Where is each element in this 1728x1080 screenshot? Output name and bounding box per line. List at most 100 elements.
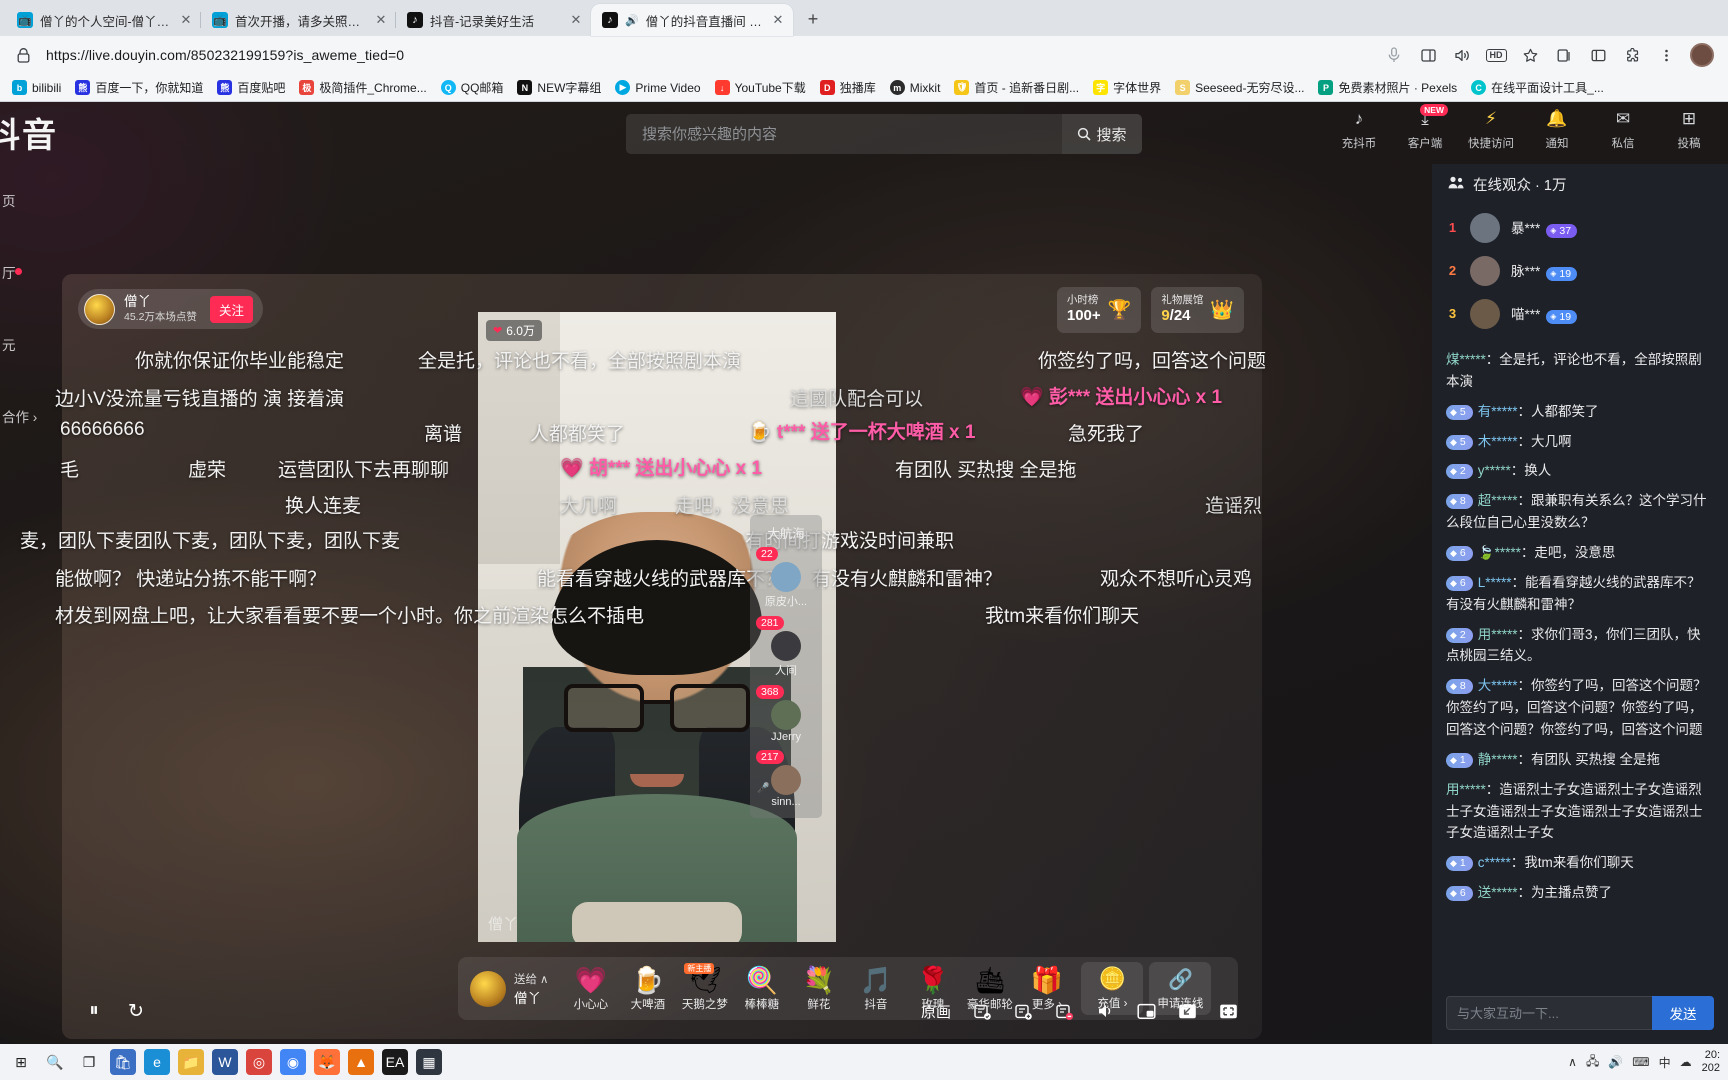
bookmark-item[interactable]: 🛡 首页 - 追新番日剧...: [948, 76, 1085, 99]
search-taskbar[interactable]: 🔍: [42, 1049, 68, 1075]
read-aloud-icon[interactable]: [1452, 45, 1472, 65]
chat-username[interactable]: y*****: [1478, 463, 1511, 478]
anchor-info-chip[interactable]: 僧丫 45.2万本场点赞 关注: [78, 289, 263, 329]
bookmark-item[interactable]: N NEW字幕组: [511, 76, 607, 99]
tray-icon[interactable]: ☁: [1680, 1055, 1692, 1069]
gift-item[interactable]: 🍭 棒棒糖: [733, 966, 790, 1012]
ea-icon[interactable]: EA: [382, 1049, 408, 1075]
mini-rank-avatar[interactable]: [771, 631, 801, 661]
new-tab-button[interactable]: +: [799, 5, 827, 33]
send-message-button[interactable]: 发送: [1652, 996, 1714, 1030]
chat-username[interactable]: 煤*****: [1446, 352, 1486, 367]
split-screen-icon[interactable]: [1418, 45, 1438, 65]
rank-row[interactable]: 3 喵*** ◈ 19: [1446, 292, 1714, 335]
search-input[interactable]: [626, 125, 1062, 143]
hour-rank-chip[interactable]: 小时榜 100+ 🏆: [1056, 287, 1142, 333]
edge-icon[interactable]: e: [144, 1049, 170, 1075]
gift-item[interactable]: 💐 鲜花: [790, 966, 847, 1012]
chat-username[interactable]: 大*****: [1478, 678, 1518, 693]
message-icon[interactable]: ✉ 私信: [1598, 108, 1648, 151]
rank-avatar[interactable]: [1470, 255, 1500, 286]
chat-input-box[interactable]: [1446, 996, 1652, 1030]
chat-message-list[interactable]: 煤*****：全是托，评论也不看，全部按照剧本演 ◆ 5 有*****：人都都笑了 ◆ 5…: [1432, 343, 1728, 992]
tray-icon[interactable]: 🔊: [1608, 1055, 1623, 1069]
mini-rank-item[interactable]: 281 人间: [750, 613, 822, 682]
bookmark-item[interactable]: S Seeseed-无穷尽设...: [1169, 76, 1310, 99]
chat-username[interactable]: 送*****: [1478, 885, 1518, 900]
bookmark-item[interactable]: 熊百度贴吧: [211, 76, 291, 99]
mini-rank-panel[interactable]: 大航海 22 原皮小... 281 人间 368 JJerry 217 sinn... 🎤: [750, 515, 822, 818]
bookmark-item[interactable]: 字字体世界: [1087, 76, 1167, 99]
chat-username[interactable]: 超*****: [1478, 493, 1518, 508]
chat-username[interactable]: 🍃*****: [1478, 545, 1521, 560]
mini-rank-item[interactable]: 22 原皮小...: [750, 544, 822, 613]
mini-rank-avatar[interactable]: [771, 562, 801, 592]
browser-tab-4-active[interactable]: ♪ 🔊 僧丫的抖音直播间 - 抖音直 ✕: [591, 4, 793, 36]
collections-icon[interactable]: [1554, 45, 1574, 65]
explorer-icon[interactable]: 📁: [178, 1049, 204, 1075]
rank-avatar[interactable]: [1470, 298, 1500, 329]
browser-tab-2[interactable]: 📺 首次开播，请多关照！ - 僧丫 - 哔 ✕: [200, 4, 396, 36]
bookmark-item[interactable]: C 在线平面设计工具_...: [1465, 76, 1610, 99]
gift-item[interactable]: 🌹 玫瑰: [904, 966, 961, 1012]
tray-icon[interactable]: ⌨: [1632, 1055, 1649, 1069]
bookmark-item[interactable]: b bilibili: [6, 77, 67, 98]
tab-close-button[interactable]: ✕: [771, 13, 785, 27]
mini-rank-avatar[interactable]: [771, 700, 801, 730]
search-button[interactable]: 搜索: [1062, 114, 1142, 154]
mini-rank-item[interactable]: 368 JJerry: [750, 682, 822, 747]
upload-icon[interactable]: ⊞ 投稿: [1664, 108, 1714, 151]
left-rail-item-2[interactable]: 元: [0, 308, 62, 380]
tab-audio-icon[interactable]: 🔊: [625, 14, 639, 27]
rank-row[interactable]: 2 脉*** ◈ 19: [1446, 249, 1714, 292]
gift-item[interactable]: 🎁 更多 ›: [1018, 966, 1075, 1012]
browser-essentials-icon[interactable]: [1588, 45, 1608, 65]
tray-icon[interactable]: 🖧: [1586, 1052, 1599, 1073]
quick-access-icon[interactable]: ⚡ 快捷访问: [1466, 108, 1516, 151]
store-icon[interactable]: 🛍: [110, 1049, 136, 1075]
bookmark-item[interactable]: D 独播库: [814, 76, 882, 99]
chrome-icon[interactable]: ◉: [280, 1049, 306, 1075]
gift-item[interactable]: 🕊 天鹅之梦 新主播: [676, 962, 733, 1012]
chat-username[interactable]: 用*****: [1446, 782, 1486, 797]
start-button[interactable]: ⊞: [8, 1049, 34, 1075]
left-rail-item-0[interactable]: 页: [0, 164, 62, 236]
favorite-star-icon[interactable]: [1520, 45, 1540, 65]
pause-button[interactable]: ⏸: [84, 1000, 104, 1021]
firefox-icon[interactable]: 🦊: [314, 1049, 340, 1075]
left-rail-item-1[interactable]: 厅: [0, 236, 62, 308]
recharge-icon[interactable]: ♪ 充抖币: [1334, 108, 1384, 151]
gift-item[interactable]: 🛳 豪华邮轮: [961, 966, 1018, 1012]
chat-input[interactable]: [1457, 1005, 1642, 1021]
tab-close-button[interactable]: ✕: [569, 13, 583, 27]
bookmark-item[interactable]: m Mixkit: [884, 77, 947, 98]
word-icon[interactable]: W: [212, 1049, 238, 1075]
app-icon-red[interactable]: ◎: [246, 1049, 272, 1075]
tray-icon[interactable]: ∧: [1568, 1055, 1577, 1069]
extensions-icon[interactable]: [1622, 45, 1642, 65]
bookmark-item[interactable]: P 免费素材照片 · Pexels: [1312, 76, 1463, 99]
send-to-section[interactable]: 送给 ∧ 僧丫: [458, 970, 562, 1007]
tray-icon[interactable]: 中: [1659, 1054, 1671, 1071]
search-bar[interactable]: 搜索: [626, 114, 1142, 154]
connect-request-button[interactable]: 🔗 申请连线: [1149, 962, 1212, 1015]
download-client-icon[interactable]: ⤓ 客户端 NEW: [1400, 104, 1450, 151]
url-text[interactable]: https://live.douyin.com/850232199159?is_…: [46, 47, 1374, 63]
chevron-up-icon[interactable]: ∧: [540, 972, 548, 986]
gift-item[interactable]: 💗 小心心: [562, 966, 619, 1012]
gift-item[interactable]: 🍺 大啤酒: [619, 966, 676, 1012]
gift-gallery-chip[interactable]: 礼物展馆 9/24 👑: [1151, 287, 1244, 333]
hd-quality-icon[interactable]: HD: [1485, 45, 1507, 65]
bookmark-item[interactable]: 极极简插件_Chrome...: [293, 76, 432, 99]
chat-username[interactable]: 有*****: [1478, 404, 1518, 419]
anchor-avatar[interactable]: [84, 293, 115, 325]
chat-username[interactable]: 木*****: [1478, 434, 1518, 449]
mini-rank-avatar[interactable]: [771, 765, 801, 795]
rank-avatar[interactable]: [1470, 212, 1500, 243]
refresh-button[interactable]: ↻: [126, 1001, 146, 1022]
gift-item[interactable]: 🎵 抖音: [847, 966, 904, 1012]
notification-icon[interactable]: 🔔 通知: [1532, 108, 1582, 151]
chat-username[interactable]: 用*****: [1478, 627, 1518, 642]
app-icon-dark[interactable]: ▦: [416, 1049, 442, 1075]
recharge-button[interactable]: 🪙 充值 ›: [1081, 962, 1144, 1015]
